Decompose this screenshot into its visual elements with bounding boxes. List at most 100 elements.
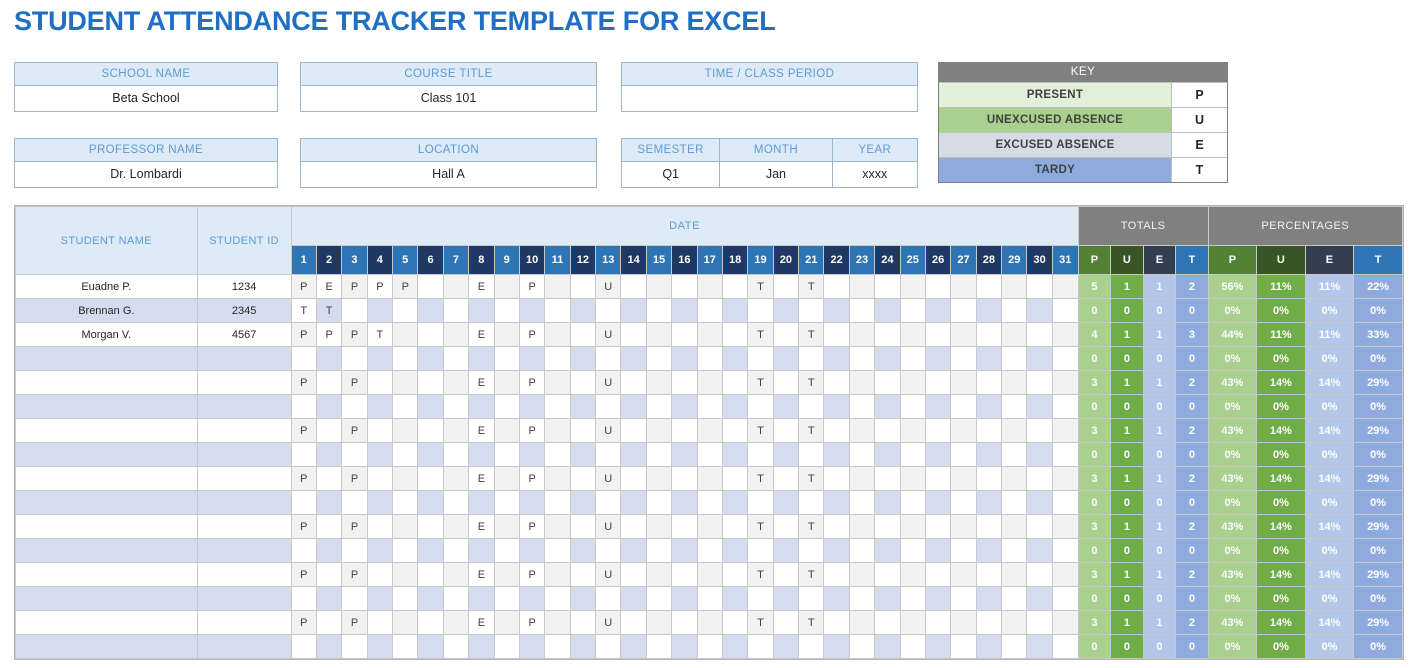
cell-day-22[interactable]	[823, 322, 850, 347]
cell-day-10[interactable]	[518, 442, 546, 467]
cell-day-2[interactable]	[315, 394, 343, 419]
cell-day-22[interactable]	[823, 466, 850, 491]
cell-day-7[interactable]	[442, 490, 470, 515]
cell-day-22[interactable]	[823, 370, 850, 395]
cell-day-20[interactable]	[772, 538, 800, 563]
cell-day-11[interactable]	[544, 610, 571, 635]
cell-day-9[interactable]	[493, 370, 520, 395]
cell-day-21[interactable]: T	[798, 418, 825, 443]
cell-day-17[interactable]	[696, 466, 723, 491]
cell-day-1[interactable]: P	[290, 322, 317, 347]
cell-day-2[interactable]: P	[315, 322, 343, 347]
cell-day-18[interactable]	[721, 322, 749, 347]
cell-day-17[interactable]	[696, 322, 723, 347]
cell-day-17[interactable]	[696, 442, 723, 467]
cell-day-19[interactable]: T	[747, 610, 774, 635]
cell-day-23[interactable]	[848, 442, 876, 467]
cell-day-22[interactable]	[823, 418, 850, 443]
cell-day-20[interactable]	[772, 466, 800, 491]
cell-day-24[interactable]	[874, 298, 901, 323]
cell-student-name[interactable]	[15, 514, 198, 539]
cell-day-18[interactable]	[721, 538, 749, 563]
cell-day-23[interactable]	[848, 346, 876, 371]
cell-day-21[interactable]	[798, 538, 825, 563]
cell-day-16[interactable]	[671, 538, 698, 563]
cell-day-15[interactable]	[645, 634, 673, 659]
cell-day-10[interactable]: P	[518, 562, 546, 587]
year-box[interactable]: YEAR xxxx	[832, 139, 917, 187]
cell-day-11[interactable]	[544, 322, 571, 347]
cell-day-29[interactable]	[1001, 442, 1028, 467]
cell-day-18[interactable]	[721, 442, 749, 467]
cell-day-2[interactable]	[315, 538, 343, 563]
cell-day-30[interactable]	[1026, 274, 1053, 299]
cell-day-28[interactable]	[975, 418, 1003, 443]
cell-day-14[interactable]	[620, 370, 647, 395]
cell-day-18[interactable]	[721, 490, 749, 515]
cell-day-7[interactable]	[442, 394, 470, 419]
cell-day-6[interactable]	[417, 394, 444, 419]
cell-day-19[interactable]	[747, 538, 774, 563]
cell-day-3[interactable]: P	[341, 562, 368, 587]
cell-day-24[interactable]	[874, 490, 901, 515]
cell-day-8[interactable]: E	[468, 418, 495, 443]
table-row[interactable]: P P E P U T T 3 1 1 2 43% 14% 14% 29%	[15, 466, 1403, 491]
cell-day-17[interactable]	[696, 370, 723, 395]
cell-day-7[interactable]	[442, 346, 470, 371]
cell-student-id[interactable]	[196, 346, 292, 371]
cell-day-14[interactable]	[620, 610, 647, 635]
cell-day-23[interactable]	[848, 394, 876, 419]
cell-day-15[interactable]	[645, 346, 673, 371]
cell-day-29[interactable]	[1001, 586, 1028, 611]
cell-day-20[interactable]	[772, 490, 800, 515]
cell-day-13[interactable]	[595, 634, 622, 659]
cell-day-27[interactable]	[950, 298, 977, 323]
cell-day-6[interactable]	[417, 274, 444, 299]
cell-student-id[interactable]	[196, 418, 292, 443]
cell-day-19[interactable]: T	[747, 370, 774, 395]
cell-day-1[interactable]: P	[290, 274, 317, 299]
cell-day-13[interactable]	[595, 298, 622, 323]
cell-day-11[interactable]	[544, 418, 571, 443]
cell-day-22[interactable]	[823, 538, 850, 563]
cell-day-10[interactable]: P	[518, 370, 546, 395]
cell-day-16[interactable]	[671, 466, 698, 491]
cell-day-23[interactable]	[848, 418, 876, 443]
cell-day-18[interactable]	[721, 274, 749, 299]
month-value[interactable]: Jan	[720, 162, 832, 187]
cell-day-19[interactable]: T	[747, 322, 774, 347]
cell-day-4[interactable]	[366, 346, 394, 371]
cell-day-5[interactable]	[392, 442, 419, 467]
cell-day-30[interactable]	[1026, 610, 1053, 635]
cell-day-9[interactable]	[493, 274, 520, 299]
cell-day-6[interactable]	[417, 466, 444, 491]
cell-day-7[interactable]	[442, 298, 470, 323]
cell-day-15[interactable]	[645, 418, 673, 443]
cell-day-29[interactable]	[1001, 538, 1028, 563]
table-row[interactable]: 0 0 0 0 0% 0% 0% 0%	[15, 634, 1403, 659]
cell-day-2[interactable]	[315, 634, 343, 659]
cell-day-31[interactable]	[1051, 538, 1079, 563]
cell-day-28[interactable]	[975, 586, 1003, 611]
cell-day-17[interactable]	[696, 538, 723, 563]
cell-day-11[interactable]	[544, 634, 571, 659]
cell-day-23[interactable]	[848, 562, 876, 587]
cell-day-23[interactable]	[848, 490, 876, 515]
cell-day-4[interactable]	[366, 394, 394, 419]
cell-day-8[interactable]	[468, 298, 495, 323]
cell-day-20[interactable]	[772, 298, 800, 323]
school-name-box[interactable]: SCHOOL NAME Beta School	[14, 62, 278, 112]
cell-day-26[interactable]	[924, 586, 952, 611]
cell-day-28[interactable]	[975, 322, 1003, 347]
table-row[interactable]: P P E P U T T 3 1 1 2 43% 14% 14% 29%	[15, 610, 1403, 635]
cell-day-6[interactable]	[417, 514, 444, 539]
cell-day-14[interactable]	[620, 562, 647, 587]
cell-day-1[interactable]: P	[290, 466, 317, 491]
cell-day-12[interactable]	[569, 346, 597, 371]
cell-day-21[interactable]: T	[798, 322, 825, 347]
cell-day-22[interactable]	[823, 514, 850, 539]
table-row[interactable]: P P E P U T T 3 1 1 2 43% 14% 14% 29%	[15, 562, 1403, 587]
cell-day-21[interactable]: T	[798, 514, 825, 539]
cell-day-3[interactable]: P	[341, 610, 368, 635]
cell-day-12[interactable]	[569, 538, 597, 563]
